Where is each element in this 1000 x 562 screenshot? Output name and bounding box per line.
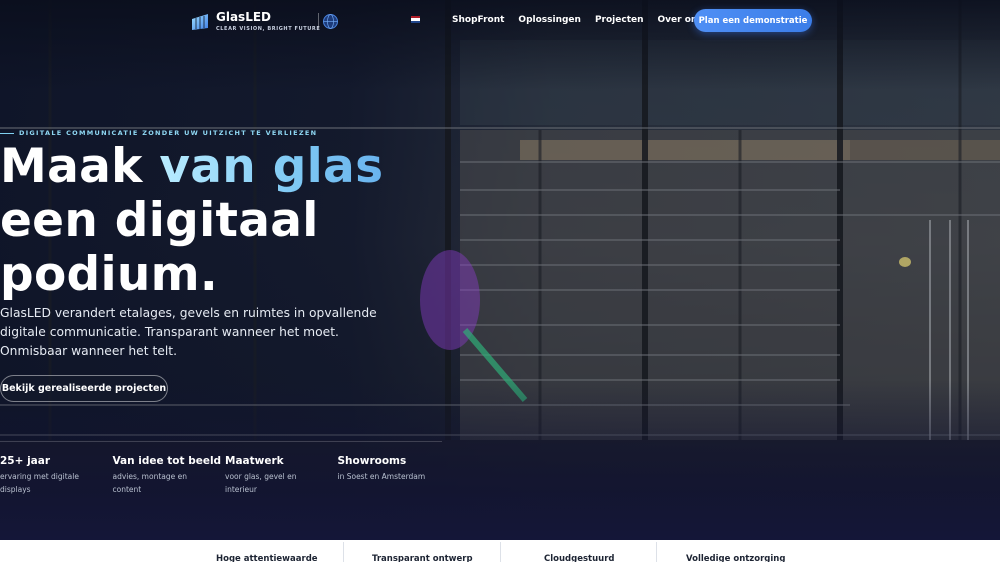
feature-cloud: Cloudgestuurd — [544, 554, 615, 562]
stat-item: Showrooms in Soest en Amsterdam — [338, 455, 451, 496]
stat-desc: voor glas, gevel en interieur — [225, 472, 297, 494]
view-projects-button[interactable]: Bekijk gerealiseerde projecten — [0, 375, 168, 402]
headline-part2: een digitaal podium. — [0, 193, 319, 302]
stat-item: Maatwerk voor glas, gevel en interieur — [225, 455, 338, 496]
stat-desc: advies, montage en content — [112, 472, 187, 494]
feature-divider — [656, 542, 657, 562]
nav-links: ShopFront Oplossingen Projecten Over ons — [452, 15, 703, 25]
headline-accent: van glas — [159, 139, 384, 194]
nav-link-shopfront[interactable]: ShopFront — [452, 15, 504, 25]
feature-service: Volledige ontzorging — [686, 554, 786, 562]
logo-name: GlasLED — [216, 10, 272, 24]
hero-eyebrow: DIGITALE COMMUNICATIE ZONDER UW UITZICHT… — [0, 129, 317, 137]
stat-desc: ervaring met digitale displays — [0, 472, 79, 494]
stat-title: 25+ jaar — [0, 455, 51, 467]
stat-item: Van idee tot beeld advies, montage en co… — [113, 455, 226, 496]
eyebrow-text: DIGITALE COMMUNICATIE ZONDER UW UITZICHT… — [19, 129, 318, 137]
logo-tagline: CLEAR VISION, BRIGHT FUTURE — [216, 26, 321, 32]
hero-lead: GlasLED verandert etalages, gevels en ru… — [0, 306, 377, 358]
plan-demo-button[interactable]: Plan een demonstratie — [694, 9, 812, 32]
brand-logo[interactable]: GlasLED CLEAR VISION, BRIGHT FUTURE — [190, 11, 320, 32]
stat-title: Maatwerk — [225, 455, 284, 467]
stat-title: Van idee tot beeld — [112, 455, 222, 467]
stats-divider — [0, 441, 442, 442]
stat-desc: in Soest en Amsterdam — [337, 472, 426, 481]
feature-attention: Hoge attentiewaarde — [216, 554, 318, 562]
stats-row: 25+ jaar ervaring met digitale displays … — [0, 455, 450, 496]
feature-divider — [343, 542, 344, 562]
globe-icon[interactable] — [322, 13, 339, 30]
feature-transparent: Transparant ontwerp — [372, 554, 473, 562]
nl-flag-icon[interactable] — [411, 16, 420, 23]
headline-part1: Maak — [0, 139, 160, 194]
top-navigation: GlasLED CLEAR VISION, BRIGHT FUTURE Shop… — [0, 0, 1000, 42]
hero-headline: Maak van glas een digitaal podium. — [0, 140, 460, 302]
nav-link-oplossingen[interactable]: Oplossingen — [518, 15, 581, 25]
feature-strip: Hoge attentiewaarde Transparant ontwerp … — [0, 540, 1000, 562]
logo-divider — [318, 13, 319, 29]
stat-item: 25+ jaar ervaring met digitale displays — [0, 455, 113, 496]
stat-title: Showrooms — [337, 455, 407, 467]
glasled-logo-icon — [192, 13, 208, 30]
eyebrow-line — [0, 132, 14, 134]
feature-divider — [500, 542, 501, 562]
nav-link-projecten[interactable]: Projecten — [595, 15, 644, 25]
